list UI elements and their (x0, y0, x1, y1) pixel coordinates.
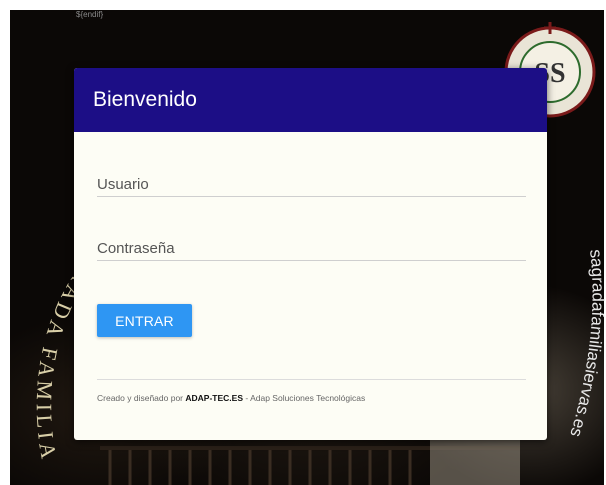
login-card-header: Bienvenido (74, 68, 547, 132)
credits-brand-link[interactable]: ADAP-TEC.ES (185, 393, 243, 403)
username-field[interactable] (97, 172, 526, 197)
credits-suffix: - Adap Soluciones Tecnológicas (243, 393, 366, 403)
login-page: ${endif} SS SAGRADA FAMILIA sagradafamil… (0, 0, 606, 485)
credits-prefix: Creado y diseñado por (97, 393, 186, 403)
footer-divider (97, 379, 526, 380)
svg-text:sagradafamiliasiervas.es: sagradafamiliasiervas.es (566, 250, 606, 439)
railing-graphic (100, 440, 520, 485)
credits-footer: Creado y diseñado por ADAP-TEC.ES - Adap… (97, 393, 365, 403)
password-field[interactable] (97, 236, 526, 261)
template-tag-text: ${endif} (76, 10, 104, 19)
login-submit-button[interactable]: ENTRAR (97, 304, 192, 337)
login-card: Bienvenido ENTRAR Creado y diseñado por … (74, 68, 547, 440)
login-title: Bienvenido (93, 88, 197, 111)
site-url-label: sagradafamiliasiervas.es (566, 250, 606, 439)
